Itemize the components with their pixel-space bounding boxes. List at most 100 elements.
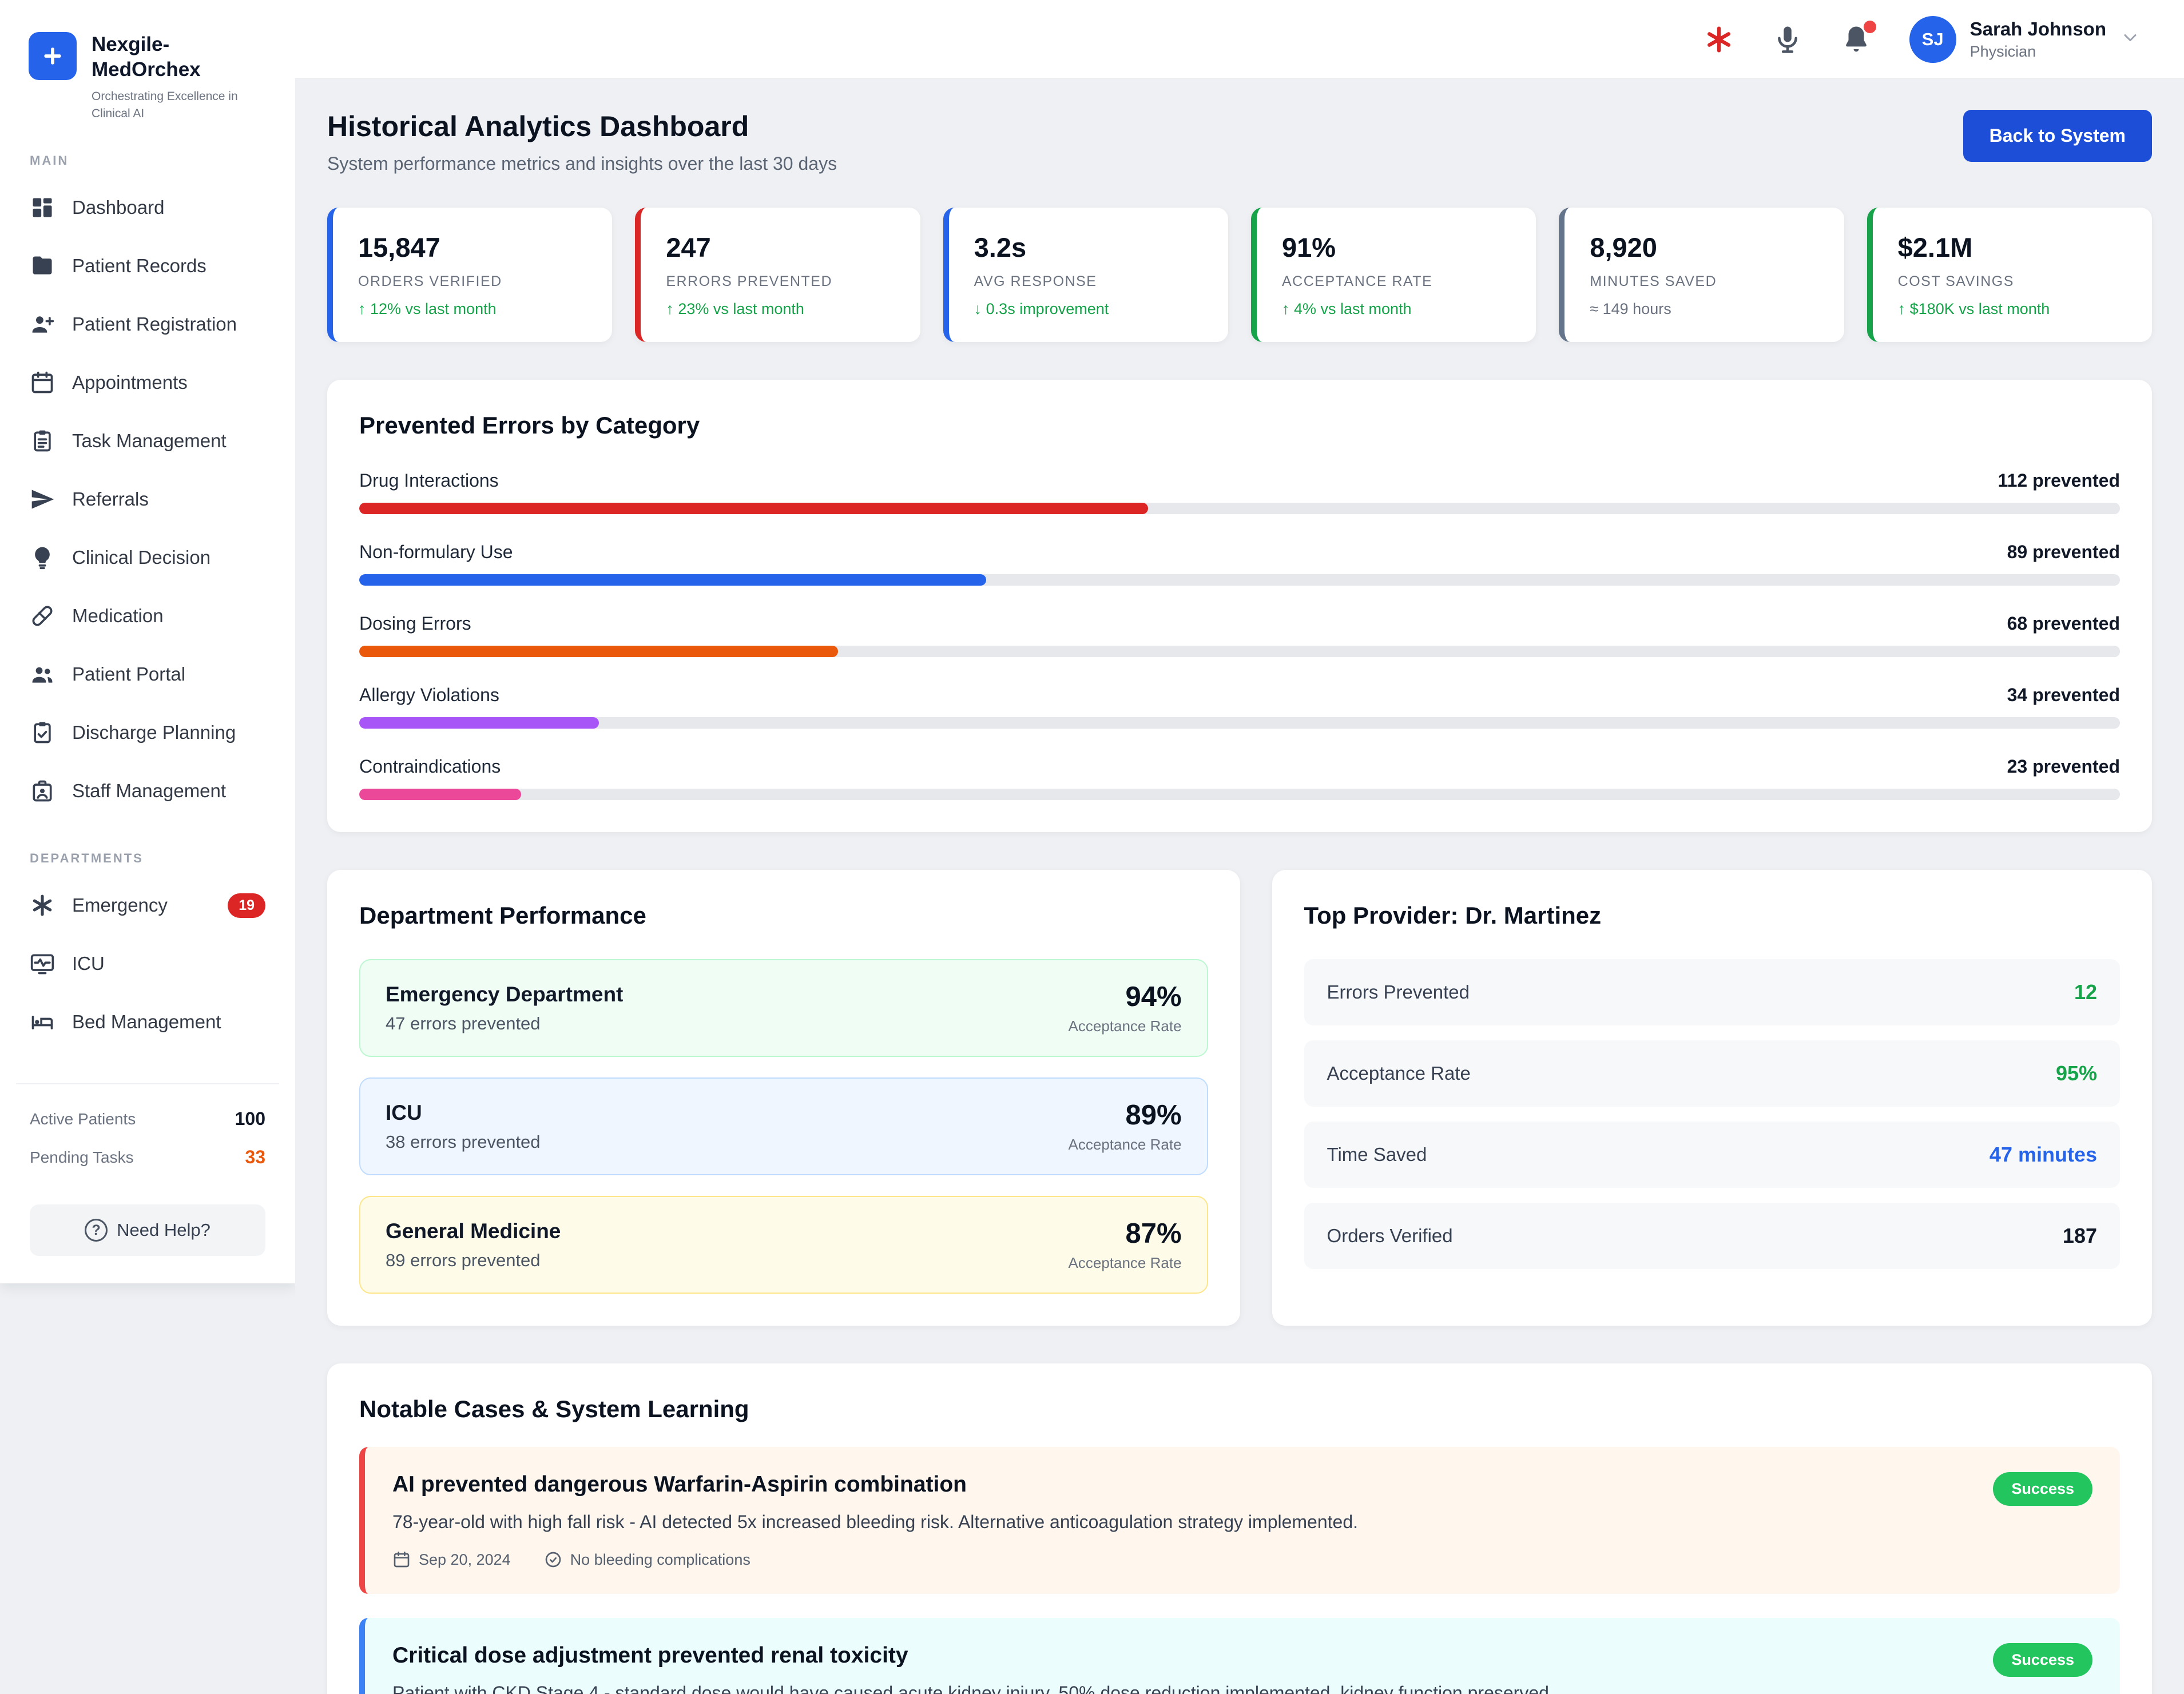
need-help-button[interactable]: ? Need Help? <box>30 1204 265 1256</box>
pending-tasks-stat: Pending Tasks 33 <box>30 1147 265 1168</box>
kpi-avg-response: 3.2s AVG RESPONSE ↓ 0.3s improvement <box>943 208 1228 342</box>
notifications-button[interactable] <box>1841 24 1872 55</box>
sidebar-item-referrals[interactable]: Referrals <box>16 470 279 528</box>
sidebar-item-clinical-decision[interactable]: Clinical Decision <box>16 528 279 587</box>
sidebar-item-bed-management[interactable]: Bed Management <box>16 993 279 1051</box>
emergency-alert-button[interactable] <box>1703 24 1734 55</box>
sidebar-item-dashboard[interactable]: Dashboard <box>16 178 279 237</box>
bar-track <box>359 646 2120 657</box>
status-badge: Success <box>1993 1643 2092 1677</box>
chevron-down-icon <box>2120 27 2141 51</box>
help-icon: ? <box>85 1219 108 1242</box>
user-menu[interactable]: SJ Sarah Johnson Physician <box>1909 16 2141 63</box>
bar-row: Dosing Errors68 prevented <box>359 613 2120 657</box>
page-header: Historical Analytics Dashboard System pe… <box>327 110 2152 174</box>
back-to-system-button[interactable]: Back to System <box>1963 110 2152 162</box>
lightbulb-icon <box>30 545 55 570</box>
logo-text: Nexgile- MedOrchex Orchestrating Excelle… <box>92 32 263 122</box>
badge-icon <box>30 778 55 804</box>
sidebar-item-appointments[interactable]: Appointments <box>16 353 279 412</box>
case-renal-toxicity: Critical dose adjustment prevented renal… <box>359 1618 2120 1694</box>
calendar-icon <box>30 370 55 395</box>
bar-track <box>359 789 2120 800</box>
app-root: Nexgile- MedOrchex Orchestrating Excelle… <box>0 0 2184 1694</box>
send-icon <box>30 487 55 512</box>
middle-row: Department Performance Emergency Departm… <box>327 870 2152 1326</box>
user-info: Sarah Johnson Physician <box>1970 18 2106 61</box>
notable-cases-title: Notable Cases & System Learning <box>359 1395 2120 1423</box>
prevented-errors-chart-card: Prevented Errors by Category Drug Intera… <box>327 380 2152 832</box>
bar-fill <box>359 646 838 657</box>
provider-metric-orders-verified: Orders Verified 187 <box>1304 1203 2120 1269</box>
active-patients-stat: Active Patients 100 <box>30 1108 265 1130</box>
page-title: Historical Analytics Dashboard <box>327 110 837 143</box>
provider-metric-time-saved: Time Saved 47 minutes <box>1304 1122 2120 1188</box>
dept-general-medicine: General Medicine 89 errors prevented 87%… <box>359 1196 1208 1294</box>
check-circle-icon <box>544 1550 562 1569</box>
kpi-orders-verified: 15,847 ORDERS VERIFIED ↑ 12% vs last mon… <box>327 208 612 342</box>
sidebar-nav-departments: Emergency 19 ICU Bed Management <box>16 876 279 1051</box>
topbar: SJ Sarah Johnson Physician <box>295 0 2184 79</box>
dept-icu: ICU 38 errors prevented 89% Acceptance R… <box>359 1077 1208 1175</box>
case-warfarin-aspirin: AI prevented dangerous Warfarin-Aspirin … <box>359 1447 2120 1594</box>
sidebar-item-icu[interactable]: ICU <box>16 935 279 993</box>
bar-track <box>359 503 2120 514</box>
notification-dot <box>1864 21 1876 33</box>
bar-row: Allergy Violations34 prevented <box>359 685 2120 729</box>
sidebar-item-patient-registration[interactable]: Patient Registration <box>16 295 279 353</box>
emergency-count-badge: 19 <box>228 893 265 918</box>
kpi-acceptance-rate: 91% ACCEPTANCE RATE ↑ 4% vs last month <box>1251 208 1536 342</box>
bar-track <box>359 574 2120 586</box>
voice-input-button[interactable] <box>1772 24 1803 55</box>
sidebar-item-medication[interactable]: Medication <box>16 587 279 645</box>
calendar-icon <box>392 1550 411 1569</box>
provider-metric-errors-prevented: Errors Prevented 12 <box>1304 959 2120 1025</box>
kpi-minutes-saved: 8,920 MINUTES SAVED ≈ 149 hours <box>1559 208 1844 342</box>
emergency-icon <box>1703 24 1734 55</box>
page-subtitle: System performance metrics and insights … <box>327 153 837 174</box>
bar-fill <box>359 717 599 729</box>
top-provider-title: Top Provider: Dr. Martinez <box>1304 902 2120 929</box>
kpi-cards-row: 15,847 ORDERS VERIFIED ↑ 12% vs last mon… <box>327 208 2152 342</box>
sidebar-item-discharge-planning[interactable]: Discharge Planning <box>16 703 279 762</box>
main-column: SJ Sarah Johnson Physician Historical An… <box>295 0 2184 1694</box>
folder-icon <box>30 253 55 279</box>
user-role: Physician <box>1970 43 2106 61</box>
status-badge: Success <box>1993 1472 2092 1506</box>
chart-title: Prevented Errors by Category <box>359 412 2120 439</box>
clipboard-check-icon <box>30 720 55 745</box>
case-date: Sep 20, 2024 <box>392 1550 511 1569</box>
nav-section-main: MAIN <box>16 153 279 168</box>
bar-fill <box>359 574 986 586</box>
bar-chart: Drug Interactions112 prevented Non-formu… <box>359 470 2120 800</box>
bar-row: Contraindications23 prevented <box>359 756 2120 800</box>
user-name: Sarah Johnson <box>1970 18 2106 40</box>
kpi-errors-prevented: 247 ERRORS PREVENTED ↑ 23% vs last month <box>635 208 920 342</box>
nav-section-departments: DEPARTMENTS <box>16 851 279 866</box>
top-provider-card: Top Provider: Dr. Martinez Errors Preven… <box>1272 870 2152 1326</box>
avatar: SJ <box>1909 16 1956 63</box>
logo-icon <box>29 32 77 80</box>
notable-cases-card: Notable Cases & System Learning AI preve… <box>327 1363 2152 1694</box>
bed-icon <box>30 1009 55 1035</box>
sidebar-item-task-management[interactable]: Task Management <box>16 412 279 470</box>
task-icon <box>30 428 55 454</box>
sidebar-item-patient-portal[interactable]: Patient Portal <box>16 645 279 703</box>
sidebar-item-patient-records[interactable]: Patient Records <box>16 237 279 295</box>
bar-fill <box>359 789 521 800</box>
sidebar-item-emergency[interactable]: Emergency 19 <box>16 876 279 935</box>
sidebar-item-staff-management[interactable]: Staff Management <box>16 762 279 820</box>
app-tagline: Orchestrating Excellence in Clinical AI <box>92 88 263 123</box>
app-logo: Nexgile- MedOrchex Orchestrating Excelle… <box>16 32 279 122</box>
emergency-icon <box>30 893 55 918</box>
kpi-cost-savings: $2.1M COST SAVINGS ↑ $180K vs last month <box>1867 208 2152 342</box>
app-title: Nexgile- MedOrchex <box>92 32 263 82</box>
dashboard-icon <box>30 195 55 220</box>
monitor-icon <box>30 951 55 976</box>
bar-row: Non-formulary Use89 prevented <box>359 542 2120 586</box>
sidebar: Nexgile- MedOrchex Orchestrating Excelle… <box>0 0 295 1283</box>
medication-icon <box>30 603 55 629</box>
bar-row: Drug Interactions112 prevented <box>359 470 2120 514</box>
provider-metric-acceptance-rate: Acceptance Rate 95% <box>1304 1040 2120 1107</box>
bar-fill <box>359 503 1148 514</box>
